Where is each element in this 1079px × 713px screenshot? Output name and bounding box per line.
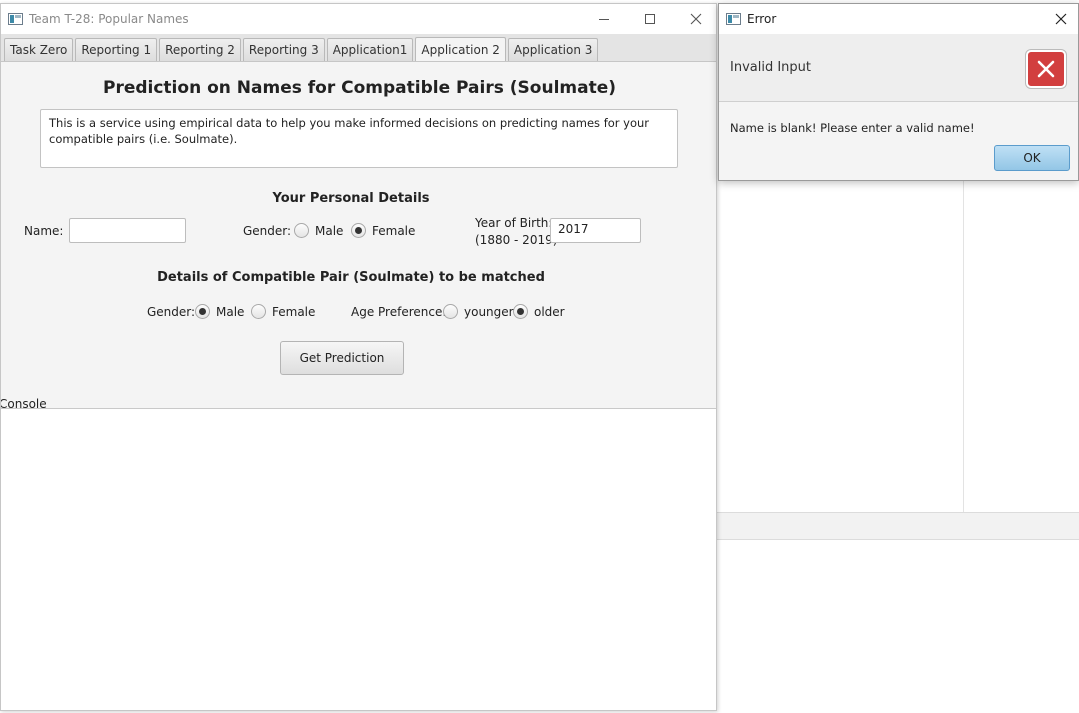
pair-male-radio[interactable] [195,304,210,319]
age-preference-label: Age Preference: [351,305,447,319]
background-divider [963,180,964,512]
dialog-title-bar: Error [719,4,1078,34]
tab-application-2[interactable]: Application 2 [415,37,506,61]
pair-details-title: Details of Compatible Pair (Soulmate) to… [157,270,545,285]
tab-reporting-1[interactable]: Reporting 1 [75,38,158,61]
personal-male-label: Male [315,224,344,238]
minimize-button[interactable] [581,4,627,34]
title-bar: Team T-28: Popular Names [1,4,716,34]
year-range-label: (1880 - 2019) [475,233,558,247]
older-label: older [534,305,565,319]
personal-gender-label: Gender: [243,224,292,238]
dialog-header: Invalid Input [719,34,1078,102]
personal-male-radio[interactable] [294,223,309,238]
description-box: This is a service using empirical data t… [40,109,678,168]
personal-female-radio[interactable] [351,223,366,238]
close-icon [690,13,702,25]
pair-female-radio[interactable] [251,304,266,319]
ok-button[interactable]: OK [994,145,1070,171]
maximize-icon [645,14,655,24]
tab-application-1[interactable]: Application1 [326,38,414,61]
younger-radio[interactable] [443,304,458,319]
background-toolbar [717,512,1079,540]
close-button[interactable] [673,4,716,34]
dialog-header-text: Invalid Input [730,60,812,75]
older-radio[interactable] [513,304,528,319]
maximize-button[interactable] [627,4,673,34]
page-title: Prediction on Names for Compatible Pairs… [102,78,617,98]
tab-reporting-3[interactable]: Reporting 3 [242,38,325,61]
main-window: Team T-28: Popular Names Task Zero Repor… [0,3,717,711]
year-of-birth-label: Year of Birth: [475,216,553,230]
minimize-icon [599,18,609,20]
younger-label: younger [464,305,514,319]
app-icon [8,13,23,25]
dialog-title: Error [747,12,777,26]
pair-female-label: Female [272,305,316,319]
error-x-icon [1026,50,1066,88]
name-input[interactable] [69,218,186,243]
tab-task-zero[interactable]: Task Zero [4,38,74,61]
get-prediction-button[interactable]: Get Prediction [280,341,404,375]
dialog-app-icon [726,13,741,25]
tab-reporting-2[interactable]: Reporting 2 [159,38,241,61]
personal-female-label: Female [372,224,416,238]
pair-gender-label: Gender: [147,305,196,319]
pair-male-label: Male [216,305,245,319]
console-output[interactable] [1,408,716,710]
window-title: Team T-28: Popular Names [29,12,189,26]
prediction-form: Prediction on Names for Compatible Pairs… [1,62,716,407]
tab-bar: Task Zero Reporting 1 Reporting 2 Report… [1,34,716,62]
personal-details-title: Your Personal Details [272,191,430,206]
dialog-close-button[interactable] [1046,4,1076,34]
close-icon [1055,13,1067,25]
name-label: Name: [24,224,64,238]
dialog-message: Name is blank! Please enter a valid name… [730,121,975,135]
year-of-birth-input[interactable]: 2017 [550,218,641,243]
error-dialog: Error Invalid Input Name is blank! Pleas… [718,3,1079,181]
tab-application-3[interactable]: Application 3 [507,38,599,61]
